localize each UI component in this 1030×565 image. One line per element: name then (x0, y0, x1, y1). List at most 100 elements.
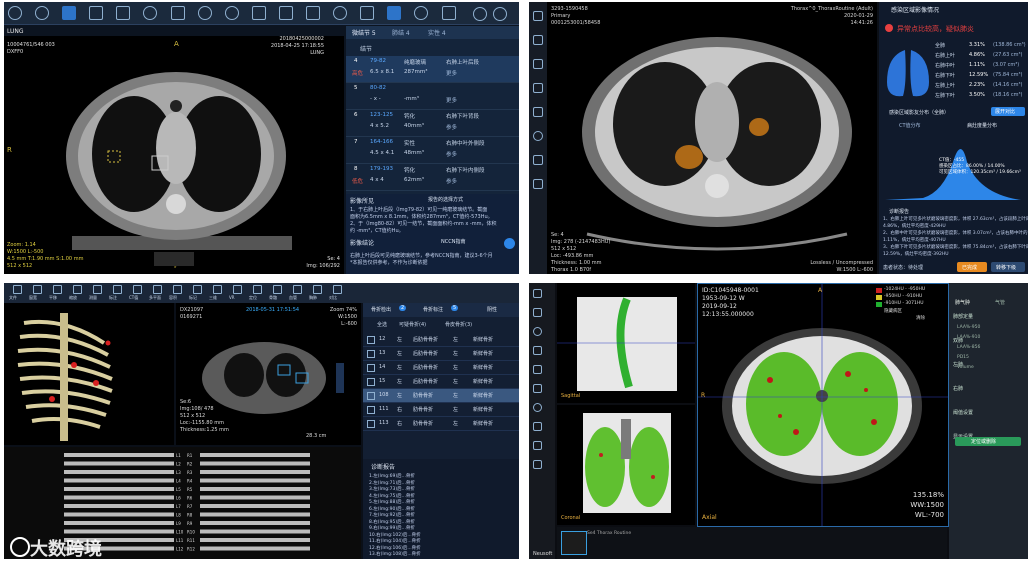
tab-airway[interactable]: 气管 (995, 299, 1005, 306)
angle-icon[interactable] (533, 384, 542, 393)
toolbar-button[interactable]: 血管 (288, 284, 306, 302)
gear-icon[interactable] (473, 7, 487, 21)
toolbar-button[interactable]: 多平面 (148, 284, 166, 302)
settings-icon[interactable] (333, 5, 348, 20)
tab-ct-dist[interactable]: CT值分布 (899, 122, 921, 129)
toolbar-button[interactable]: CT值 (128, 284, 146, 302)
tab-fracture-label[interactable]: 骨折标注 (423, 306, 443, 313)
row-checkbox[interactable] (367, 378, 375, 386)
report-mode[interactable]: 报告的选择方式 (428, 196, 463, 203)
add-button[interactable] (504, 238, 515, 249)
ruler-icon[interactable] (533, 365, 542, 374)
play-icon[interactable] (533, 154, 543, 165)
row-checkbox[interactable] (367, 364, 375, 372)
rib-right[interactable] (200, 529, 310, 534)
toolbar-button[interactable]: 标注 (108, 284, 126, 302)
flag-icon[interactable] (533, 178, 543, 189)
circle-icon[interactable] (533, 403, 542, 412)
rib-right[interactable] (200, 512, 310, 517)
annotate-icon[interactable] (306, 5, 321, 20)
nodule-more[interactable]: 更多 (446, 69, 457, 77)
rib-right[interactable] (200, 487, 310, 491)
pan-icon[interactable] (533, 308, 542, 317)
rib-left[interactable] (64, 453, 174, 457)
rib-left[interactable] (64, 521, 174, 525)
rib-right[interactable] (200, 521, 310, 525)
ruler-icon[interactable] (533, 106, 543, 117)
rib-right[interactable] (200, 504, 310, 508)
rib-right[interactable] (200, 546, 310, 551)
nodule-row[interactable]: 7 164-166 实性 右肺中叶外侧段 4.5 x 4.1 48mm³ 参多 (346, 137, 519, 164)
rib-right[interactable] (200, 461, 310, 466)
nodule-row[interactable]: 4 79-82 纯磨玻璃 右肺上叶后段 高危 6.5 x 8.1 287mm³ 更多 (346, 56, 519, 83)
nodule-row[interactable]: 5 80-82 - x - -mm³ 更多 (346, 83, 519, 110)
locate-button[interactable]: 定位或删除 (955, 437, 1021, 446)
nodule-more[interactable]: 参多 (446, 150, 457, 158)
fracture-row[interactable]: 108 左 肋骨骨折 左 新鲜骨折 (363, 389, 519, 403)
nodule-row[interactable]: 8 179-193 钙化 右肺下叶内侧段 低危 4 x 4 62mm³ 参多 (346, 164, 519, 191)
thumbnail[interactable] (561, 531, 587, 555)
rib-3d-render[interactable] (4, 303, 174, 445)
circle-icon[interactable] (533, 130, 543, 141)
toolbar-button[interactable]: VR (228, 284, 246, 302)
nodule-more[interactable]: 参多 (446, 177, 457, 185)
rib-left[interactable] (64, 478, 174, 483)
fracture-row[interactable]: 12 左 后肋骨骨折 左 新鲜骨折 (363, 333, 519, 347)
tab-fracture-detect[interactable]: 骨折检出 (371, 306, 391, 313)
toolbar-button[interactable]: 定位 (248, 284, 266, 302)
rib-left[interactable] (64, 495, 174, 500)
eraser-icon[interactable] (533, 460, 542, 469)
rib-left[interactable] (64, 470, 174, 474)
tab-solid[interactable]: 实性 4 (428, 28, 446, 37)
filter-cortex[interactable]: 骨皮骨折(3) (445, 321, 472, 328)
tab-lesion-dist[interactable]: 病灶度量分布 (967, 122, 997, 129)
toolbar-button[interactable]: 文件 (8, 284, 26, 302)
fracture-row[interactable]: 113 右 肋骨骨折 左 新鲜骨折 (363, 417, 519, 431)
filter-suspect[interactable]: 可疑骨折(4) (399, 321, 426, 328)
toolbar-button[interactable]: 三维 (208, 284, 226, 302)
fracture-row[interactable]: 14 左 后肋骨骨折 左 新鲜骨折 (363, 361, 519, 375)
zoom-icon[interactable] (533, 327, 542, 336)
tab-negative[interactable]: 阴性 (487, 306, 497, 313)
rib-left[interactable] (64, 461, 174, 466)
tab-emphysema[interactable]: 肺气肿 (955, 299, 970, 306)
grid-icon[interactable] (89, 5, 104, 20)
toolbar-button[interactable]: 容积 (168, 284, 186, 302)
toolbar-button[interactable]: 缩放 (68, 284, 86, 302)
angle-icon[interactable] (278, 5, 293, 20)
contrast-icon[interactable] (143, 5, 158, 20)
layers-icon[interactable] (116, 5, 131, 20)
dist-button[interactable]: 展开对比 (991, 107, 1025, 116)
toolbar-button[interactable]: 测量 (88, 284, 106, 302)
fracture-row[interactable]: 15 左 后肋骨骨折 左 新鲜骨折 (363, 375, 519, 389)
back-icon[interactable] (8, 5, 22, 20)
fracture-row[interactable]: 13 左 后肋骨骨折 左 新鲜骨折 (363, 347, 519, 361)
pointer-icon[interactable] (533, 289, 542, 298)
row-checkbox[interactable] (367, 420, 375, 428)
toolbar-button[interactable]: 平移 (48, 284, 66, 302)
rib-left[interactable] (64, 504, 174, 508)
zoom-icon[interactable] (533, 82, 543, 93)
conclusion-mode[interactable]: NCCN指南 (441, 238, 465, 245)
measure-icon[interactable] (251, 5, 266, 20)
pen-icon[interactable] (533, 34, 543, 45)
clear-toggle[interactable]: 清除 (916, 315, 925, 321)
window-icon[interactable] (533, 346, 542, 355)
toolbar-button[interactable]: 骨骼 (268, 284, 286, 302)
rib-left[interactable] (64, 487, 174, 491)
row-checkbox[interactable] (367, 406, 375, 414)
next-button[interactable]: 转移下级 (991, 262, 1025, 272)
done-button[interactable]: 已完成 (957, 262, 987, 272)
sagittal-image[interactable] (557, 283, 695, 403)
toolbar-button[interactable]: 标记 (188, 284, 206, 302)
ct-axial-image[interactable] (4, 36, 344, 274)
ct-axial-image[interactable] (547, 2, 877, 274)
rib-left[interactable] (64, 512, 174, 517)
rib-right[interactable] (200, 538, 310, 542)
rib-right[interactable] (200, 478, 310, 483)
rib-left[interactable] (64, 529, 174, 534)
rect-icon[interactable] (533, 422, 542, 431)
help-icon[interactable] (493, 7, 507, 21)
filter-all[interactable]: 全选 (377, 321, 387, 328)
more-icon[interactable] (414, 5, 429, 20)
